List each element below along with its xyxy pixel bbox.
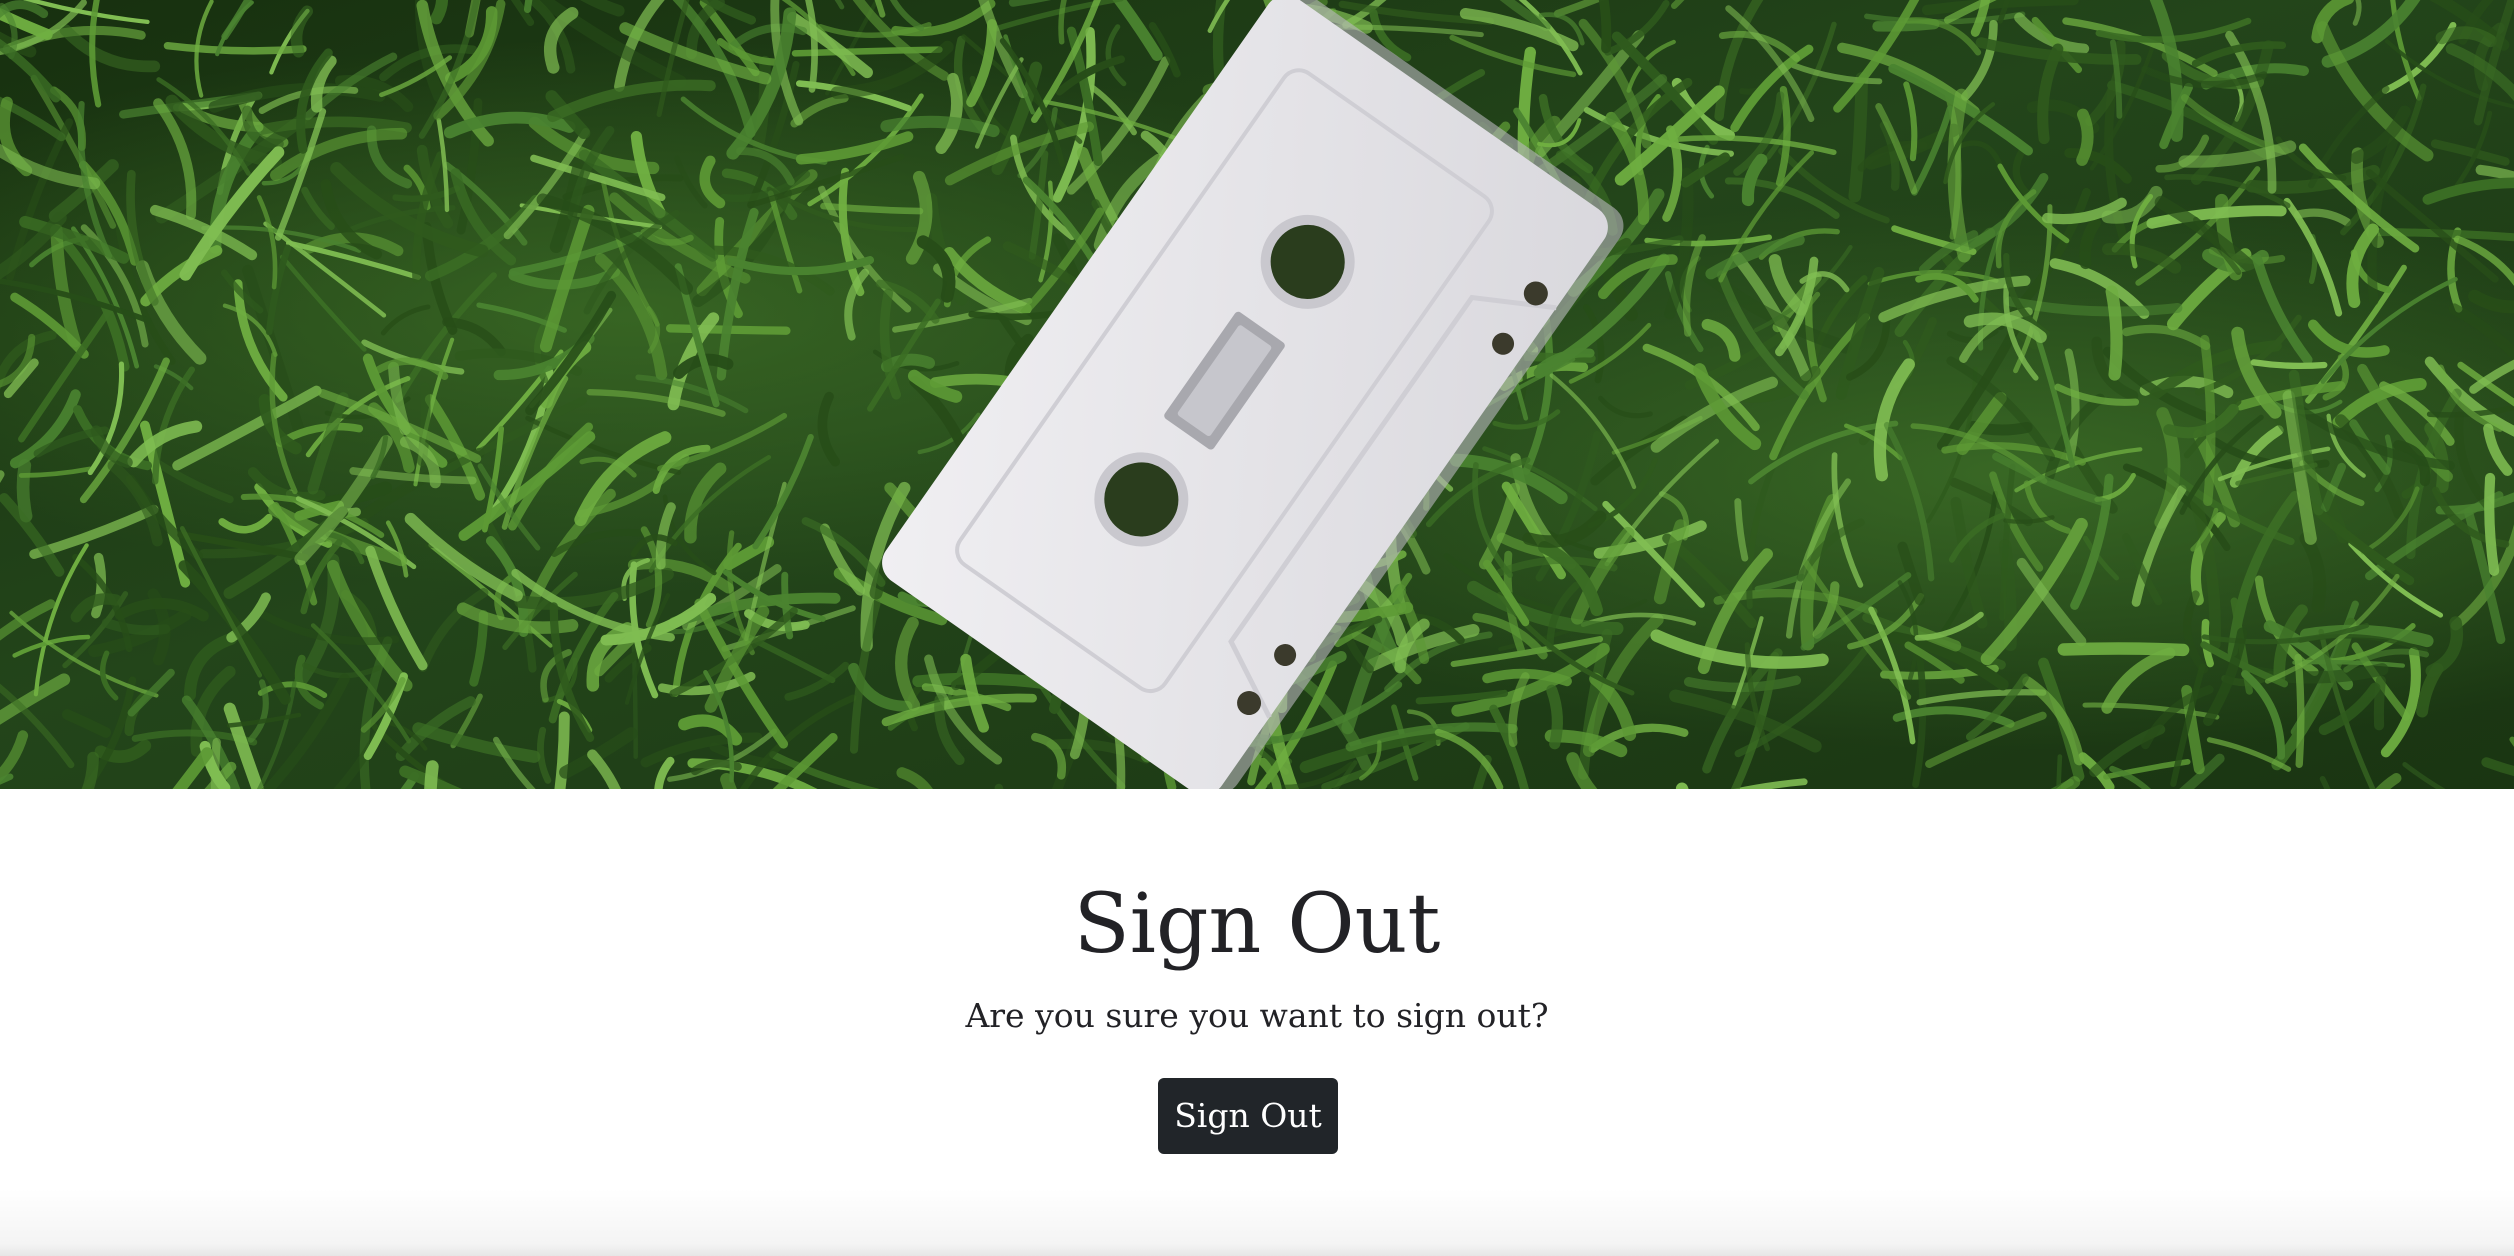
sign-out-button[interactable]: Sign Out	[1158, 1078, 1338, 1154]
cassette-on-grass-illustration	[0, 0, 2514, 789]
signout-panel: Sign Out Are you sure you want to sign o…	[0, 789, 2514, 1256]
confirmation-message: Are you sure you want to sign out?	[965, 996, 1549, 1035]
page-title: Sign Out	[1073, 877, 1441, 972]
hero-image	[0, 0, 2514, 789]
